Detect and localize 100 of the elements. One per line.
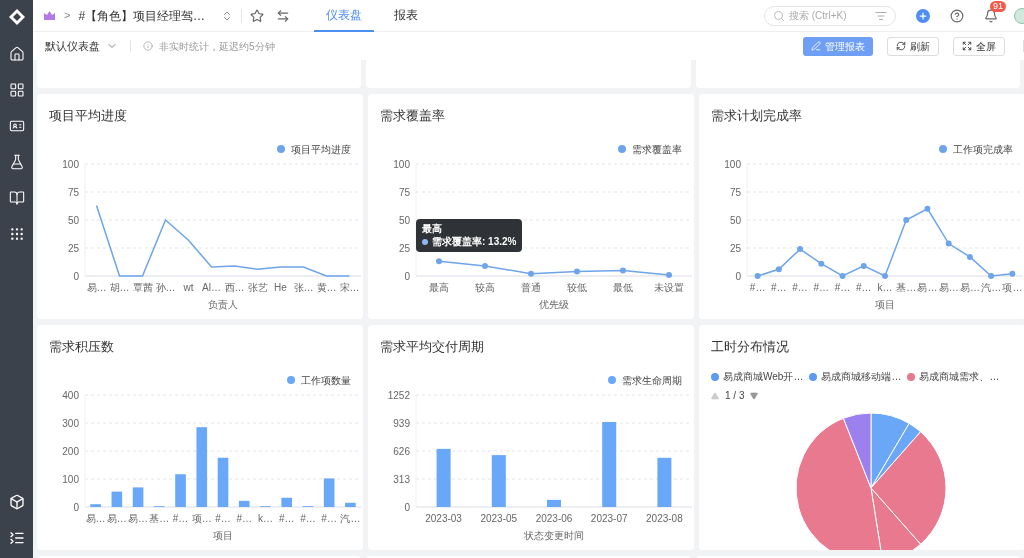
legend-label[interactable]: 易成商城移动端… xyxy=(821,369,902,384)
x-tick-label: k… xyxy=(257,513,273,524)
data-point xyxy=(754,273,761,279)
data-point xyxy=(620,267,626,274)
x-tick-label: #… xyxy=(792,282,808,293)
swap-icon[interactable] xyxy=(276,8,291,23)
legend-label: 工作项完成率 xyxy=(953,142,1013,157)
y-tick-label: 0 xyxy=(404,270,410,282)
card-title: 需求积压数 xyxy=(49,338,115,356)
notice-text: 非实时统计，延迟约5分钟 xyxy=(159,39,275,54)
bar xyxy=(90,504,101,507)
tooltip-text: 需求覆盖率: 13.2% xyxy=(432,235,517,249)
bar xyxy=(281,497,292,507)
x-tick-label: #… xyxy=(749,282,766,293)
x-tick-label: #… xyxy=(321,513,337,524)
toolbar-button[interactable]: 刷新 xyxy=(887,36,939,56)
tab[interactable]: 报表 xyxy=(382,0,431,32)
breadcrumb-separator: > xyxy=(64,8,71,24)
data-point xyxy=(574,268,580,275)
x-axis-title: 项目 xyxy=(875,299,895,310)
y-tick-label: 100 xyxy=(393,158,410,170)
bar xyxy=(132,487,144,507)
x-tick-label: 易… xyxy=(938,282,959,293)
project-icon[interactable] xyxy=(43,10,56,21)
help-icon[interactable] xyxy=(950,8,964,23)
legend-pager: 1 / 3 xyxy=(725,389,745,403)
y-tick-label: 939 xyxy=(393,417,410,429)
dots-grid-icon[interactable] xyxy=(8,226,25,242)
bar xyxy=(491,455,506,507)
bell-icon[interactable] xyxy=(984,8,998,23)
project-title[interactable]: #【角色】项目经理驾… xyxy=(78,6,206,25)
x-tick-label: 2023-06 xyxy=(535,513,573,524)
cube-icon[interactable] xyxy=(8,494,25,510)
data-point xyxy=(482,262,488,269)
refresh-icon xyxy=(896,41,906,51)
x-tick-label: k… xyxy=(877,282,893,293)
legend-label: 工作项数量 xyxy=(301,373,351,388)
x-tick-label: 黄… xyxy=(316,282,337,293)
page-down-icon[interactable] xyxy=(750,391,759,400)
apps-icon[interactable] xyxy=(8,82,25,98)
x-tick-label: #… xyxy=(172,513,189,524)
home-icon[interactable] xyxy=(8,46,25,62)
x-tick-label: 2023-08 xyxy=(646,513,683,524)
data-point xyxy=(924,205,931,212)
data-point xyxy=(945,240,952,247)
x-tick-label: 易… xyxy=(86,282,107,293)
flask-icon[interactable] xyxy=(8,154,25,170)
data-point xyxy=(436,258,442,265)
x-tick-label: He xyxy=(274,282,287,293)
card-title: 需求平均交付周期 xyxy=(380,338,485,356)
x-tick-label: #… xyxy=(771,282,787,293)
x-axis-title: 优先级 xyxy=(539,299,569,310)
toolbar-button[interactable]: 全屏 xyxy=(953,36,1005,56)
x-tick-label: 项… xyxy=(1002,282,1023,293)
bar xyxy=(217,457,229,507)
bar xyxy=(111,491,123,507)
expand-icon xyxy=(962,41,972,51)
legend-label[interactable]: 易成商城Web开… xyxy=(723,369,804,384)
y-tick-label: 50 xyxy=(67,214,79,226)
search-icon xyxy=(773,9,785,22)
x-tick-label: Al… xyxy=(202,282,221,293)
legend-label: 需求生命周期 xyxy=(622,373,682,388)
x-tick-label: 孙… xyxy=(155,282,176,293)
card-title: 需求覆盖率 xyxy=(380,107,446,125)
data-point xyxy=(818,260,825,267)
y-tick-label: 200 xyxy=(62,445,79,457)
x-tick-label: 易… xyxy=(959,282,980,293)
x-tick-label: #… xyxy=(856,282,872,293)
x-tick-label: 基… xyxy=(149,513,170,524)
x-tick-label: 胡… xyxy=(109,282,130,293)
legend-label[interactable]: 易成商城需求、… xyxy=(919,369,1000,384)
search-input[interactable]: 搜索 (Ctrl+K) xyxy=(789,8,871,23)
bar xyxy=(175,474,186,507)
y-tick-label: 313 xyxy=(393,473,410,485)
y-tick-label: 25 xyxy=(67,242,79,254)
x-tick-label: #… xyxy=(215,513,231,524)
x-tick-label: 项… xyxy=(191,513,212,524)
y-tick-label: 300 xyxy=(62,417,79,429)
menu-icon[interactable] xyxy=(8,530,25,546)
y-tick-label: 626 xyxy=(393,445,410,457)
id-card-icon[interactable] xyxy=(8,118,25,134)
y-tick-label: 400 xyxy=(62,389,79,401)
y-tick-label: 1252 xyxy=(387,389,410,401)
pen-icon xyxy=(811,41,821,51)
star-icon[interactable] xyxy=(250,8,265,23)
x-axis-title: 负责人 xyxy=(208,299,238,310)
x-tick-label: 汽… xyxy=(340,513,361,524)
y-tick-label: 50 xyxy=(398,214,410,226)
book-icon[interactable] xyxy=(8,190,25,206)
tooltip-title: 最高 xyxy=(422,223,443,236)
legend-label: 项目平均进度 xyxy=(291,142,351,157)
x-tick-label: 2023-03 xyxy=(425,513,462,524)
logo-icon[interactable] xyxy=(7,8,26,26)
x-tick-label: 易… xyxy=(917,282,938,293)
y-tick-label: 0 xyxy=(735,270,741,282)
dashboard-selector[interactable]: 默认仪表盘 xyxy=(45,37,100,55)
x-tick-label: 基… xyxy=(896,282,917,293)
notification-badge: 91 xyxy=(990,0,1006,12)
data-point xyxy=(528,270,534,277)
add-icon[interactable] xyxy=(916,8,930,23)
